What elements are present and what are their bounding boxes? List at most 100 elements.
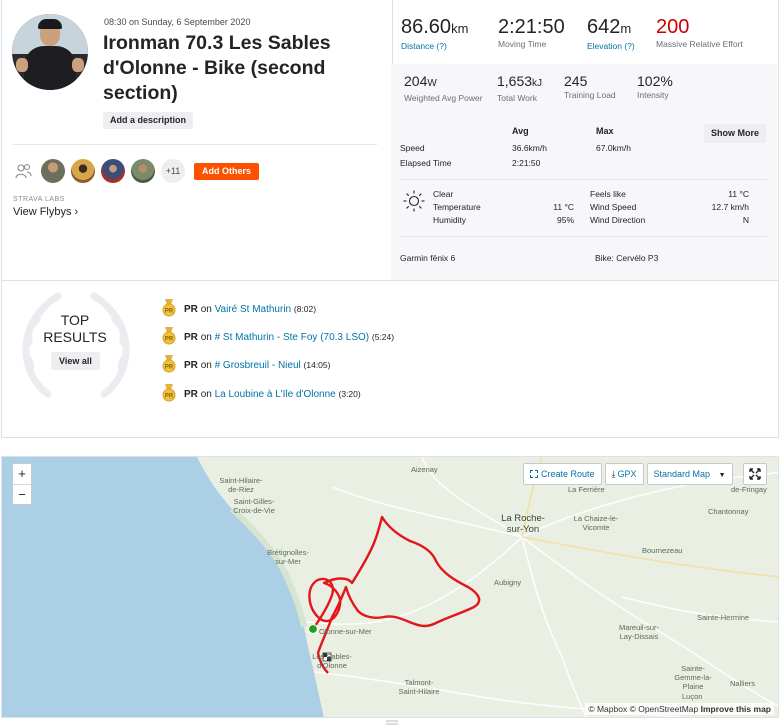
map-place-label: Talmont-Saint-Hilaire [398, 678, 440, 696]
bike-name[interactable]: Bike: Cervélo P3 [595, 253, 658, 263]
pr-on: on [200, 332, 212, 343]
osm-attribution-link[interactable]: © OpenStreetMap [630, 704, 699, 714]
zoom-out-button[interactable]: − [13, 485, 31, 505]
segment-link[interactable]: # St Mathurin - Ste Foy (70.3 LSO) [215, 332, 370, 343]
table-cell-avg: 36.6km/h [512, 143, 547, 153]
svg-text:PR: PR [165, 337, 174, 343]
improve-map-link[interactable]: Improve this map [701, 704, 771, 714]
stat-training-load[interactable]: 245 Training Load [564, 73, 616, 100]
table-row-label: Elapsed Time [400, 158, 452, 168]
pr-on: on [200, 304, 212, 315]
heading-line: TOP [60, 312, 90, 328]
segment-link[interactable]: Vairé St Mathurin [215, 304, 292, 315]
map-place-label: Olonne-sur-Mer [319, 627, 372, 636]
view-flybys-label: View Flybys [13, 206, 72, 218]
wind-direction-value: N [742, 215, 749, 225]
segment-link[interactable]: La Loubine à L'Ile d'Olonne [215, 389, 336, 400]
feels-like-label: Feels like [590, 189, 626, 199]
gpx-label: GPX [617, 469, 637, 479]
zoom-in-button[interactable]: + [13, 464, 31, 484]
map-place-label: La Chaize-le-Vicomte [573, 514, 619, 532]
chevron-right-icon: › [74, 206, 79, 218]
segment-link[interactable]: # Grosbreuil - Nieul [215, 360, 301, 371]
temperature-label: Temperature [433, 202, 481, 212]
elevation-help-link[interactable]: Elevation (?) [587, 41, 635, 51]
add-others-button[interactable]: Add Others [194, 163, 260, 180]
map-place-label: Les Sables-d'Olonne [312, 652, 352, 670]
map-place-label: Sainte-Gemme-la-Plaine [674, 664, 712, 691]
view-all-button[interactable]: View all [51, 352, 100, 370]
strava-labs-label: STRAVA LABS [13, 196, 65, 203]
map-type-select[interactable]: Standard Map ▼ [646, 463, 733, 485]
divider [399, 236, 767, 237]
activity-title: Ironman 70.3 Les Sables d'Olonne - Bike … [103, 32, 331, 104]
stat-unit: m [620, 21, 632, 36]
map-place-label: Luçon [682, 692, 703, 701]
gpx-export-button[interactable]: ⤓ GPX [604, 463, 644, 485]
stat-distance: 86.60km Distance (?) [401, 16, 468, 51]
group-athlete-avatar[interactable] [101, 159, 125, 183]
stat-relative-effort[interactable]: 200 Massive Relative Effort [656, 16, 746, 49]
table-row-label: Speed [400, 143, 425, 153]
divider [399, 179, 767, 180]
map-attribution: © Mapbox © OpenStreetMap Improve this ma… [585, 703, 774, 715]
svg-text:PR: PR [165, 365, 174, 371]
horizontal-divider [2, 280, 778, 281]
download-icon: ⤓ [611, 469, 616, 479]
map-place-label: Bournezeau [642, 546, 683, 555]
map-place-label: Brétignolles-sur-Mer [267, 548, 309, 566]
humidity-value: 95% [556, 215, 574, 225]
athlete-avatar[interactable] [12, 14, 88, 90]
stat-label: Intensity [637, 90, 669, 100]
stat-label: Moving Time [498, 39, 547, 49]
stat-unit: km [451, 21, 469, 36]
create-route-button[interactable]: Create Route [523, 463, 602, 485]
stat-label: Massive Relative Effort [656, 39, 743, 49]
activity-datetime: 08:30 on Sunday, 6 September 2020 [104, 17, 251, 27]
stat-value: 102% [637, 73, 673, 89]
gold-medal-icon: PR [162, 327, 176, 345]
route-map[interactable]: Aizenay Saint-Hilaire-de-Riez Saint-Gill… [1, 456, 779, 718]
distance-help-link[interactable]: Distance (?) [401, 41, 468, 51]
stat-label: Total Work [497, 93, 537, 103]
pr-on: on [200, 360, 212, 371]
mapbox-attribution-link[interactable]: © Mapbox [588, 704, 627, 714]
temperature-value: 11 °C [553, 202, 574, 212]
list-item: PR PR on # St Mathurin - Ste Foy (70.3 LS… [162, 327, 394, 346]
add-description-button[interactable]: Add a description [103, 112, 194, 129]
stat-intensity[interactable]: 102% Intensity [637, 73, 673, 100]
stat-elevation: 642m Elevation (?) [587, 16, 635, 51]
laurel-wreath-icon [22, 292, 130, 398]
stat-weighted-power: 204W Weighted Avg Power [404, 73, 484, 103]
stat-unit: W [427, 78, 437, 89]
map-place-label: Aizenay [411, 465, 438, 474]
view-flybys-link[interactable]: View Flybys › [13, 206, 78, 218]
device-name: Garmin fēnix 6 [400, 253, 456, 263]
group-athlete-avatar[interactable] [41, 159, 65, 183]
caret-down-icon: ▼ [718, 472, 726, 479]
table-header-avg: Avg [512, 126, 529, 136]
group-athlete-avatar[interactable] [71, 159, 95, 183]
group-athlete-avatar[interactable] [131, 159, 155, 183]
map-place-label: La Ferrière [568, 485, 605, 494]
more-athletes-count[interactable]: +11 [161, 159, 185, 183]
table-cell-max: 67.0km/h [596, 143, 631, 153]
stat-value: 2:21:50 [498, 16, 565, 38]
map-place-label: de-Fringay [731, 485, 767, 494]
map-place-label: Aubigny [494, 578, 522, 587]
list-item: PR PR on Vairé St Mathurin (8:02) [162, 299, 316, 318]
map-type-label: Standard Map [653, 469, 711, 479]
wind-speed-label: Wind Speed [590, 202, 637, 212]
fullscreen-button[interactable] [743, 463, 767, 485]
pr-badge-label: PR [184, 304, 198, 315]
segment-time: (3:20) [338, 389, 361, 399]
weather-condition: Clear [433, 189, 454, 199]
map-place-label: Sainte-Hermine [697, 613, 750, 622]
stat-moving-time: 2:21:50 Moving Time [498, 16, 565, 49]
map-resize-handle[interactable] [0, 718, 784, 728]
expand-icon [749, 468, 761, 480]
sun-icon [403, 190, 425, 212]
pr-badge-label: PR [184, 360, 198, 371]
stat-label: Weighted Avg Power [404, 93, 483, 103]
show-more-button[interactable]: Show More [704, 124, 767, 143]
